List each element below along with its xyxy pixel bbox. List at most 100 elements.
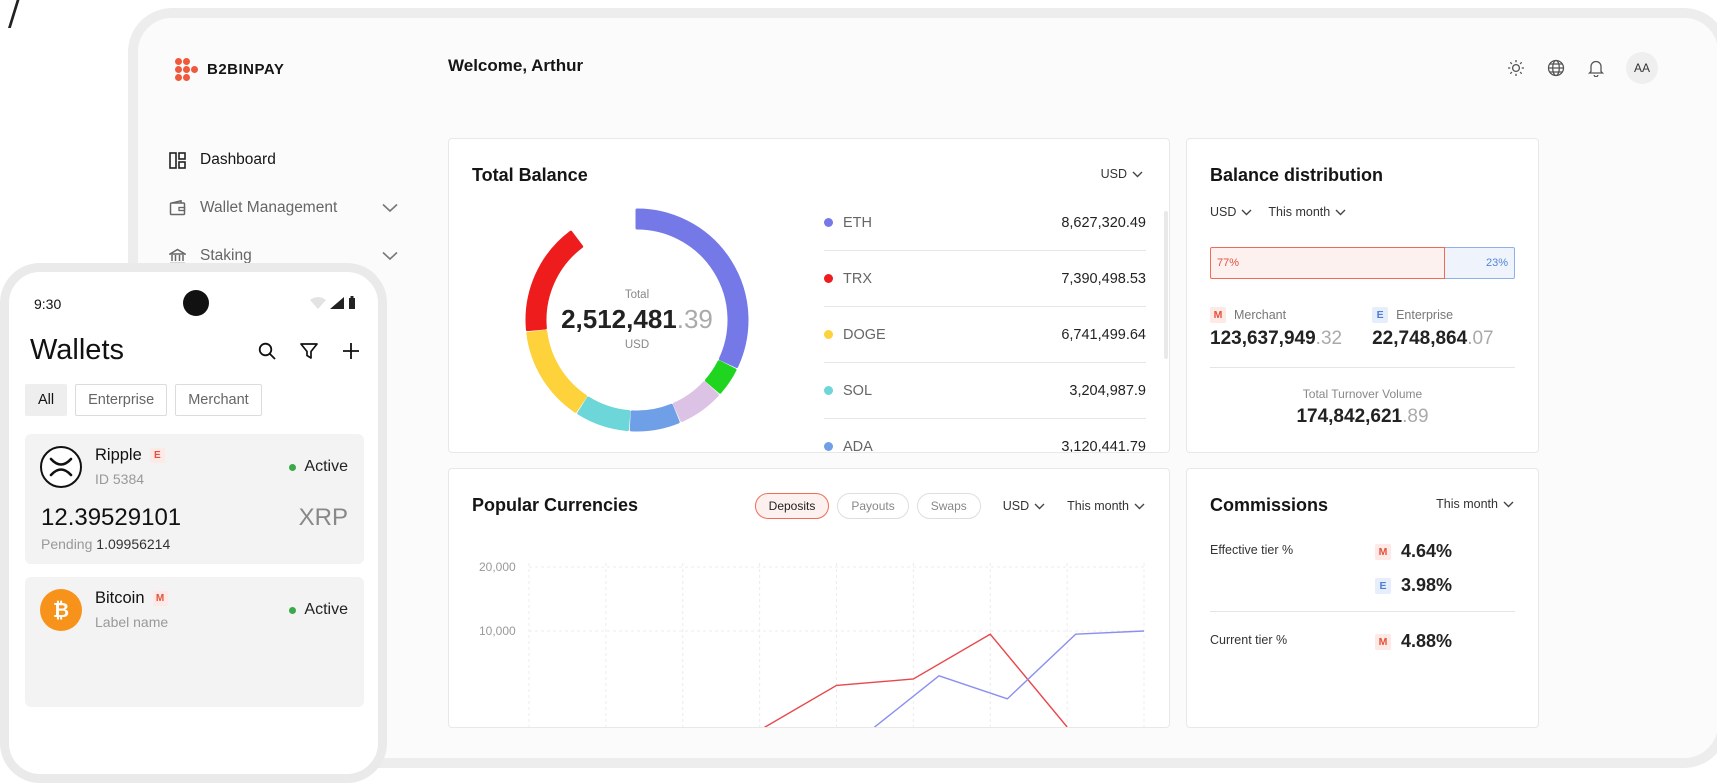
donut-center-value: 2,512,481.39 (561, 304, 713, 334)
ripple-icon (40, 446, 82, 488)
wallet-name: Bitcoin M (95, 589, 168, 608)
card-title: Balance distribution (1210, 165, 1384, 185)
search-icon[interactable] (258, 342, 276, 360)
status-badge: Active (289, 458, 348, 476)
chevron-down-icon (1241, 209, 1252, 215)
period-select[interactable]: This month (1268, 205, 1346, 219)
wallet-label: Label name (95, 614, 169, 630)
current-tier-label: Current tier % (1210, 633, 1288, 647)
divider (1210, 367, 1515, 368)
chevron-down-icon (1132, 171, 1143, 177)
legend-dot (824, 330, 833, 339)
phone-mockup: 9:30 Wallets All Enterprise Merchant Rip… (0, 263, 387, 783)
y-tick-label: 10,000 (479, 624, 516, 638)
merchant-stat: M Merchant 123,637,949.32 (1210, 307, 1343, 349)
legend-row-sol: SOL 3,204,987.9 (824, 363, 1146, 419)
period-select[interactable]: This month (1436, 497, 1514, 511)
donut-center: Total 2,512,481.39 USD (524, 207, 750, 433)
brand-logo[interactable]: B2BINPAY (175, 58, 285, 81)
chevron-down-icon (1503, 501, 1514, 507)
merchant-tag: M (1210, 307, 1226, 323)
wifi-icon (310, 296, 326, 309)
asset-value: 3,120,441.79 (1061, 438, 1146, 453)
enterprise-tag: E (1375, 577, 1391, 594)
asset-value: 6,741,499.64 (1061, 326, 1146, 343)
merchant-tag: M (1375, 633, 1391, 650)
welcome-heading: Welcome, Arthur (448, 56, 584, 75)
legend-dot (824, 386, 833, 395)
legend-scrollbar[interactable] (1164, 211, 1168, 359)
enterprise-share-bar: 23% (1444, 247, 1515, 279)
popular-currencies-line-chart: 20,000 10,000 (479, 560, 1145, 727)
sidebar-item-label: Wallet Management (200, 199, 338, 216)
wallet-name: Ripple E (95, 446, 165, 465)
divider (1210, 611, 1515, 612)
wallet-filter-chips: All Enterprise Merchant (25, 384, 262, 416)
sidebar-nav: Dashboard Wallet Management Staking (138, 136, 418, 280)
page-title: Wallets (30, 334, 124, 366)
enterprise-value: 22,748,864.07 (1372, 328, 1494, 349)
asset-value: 3,204,987.9 (1069, 382, 1146, 399)
asset-value: 8,627,320.49 (1061, 214, 1146, 231)
asset-legend: ETH 8,627,320.49 TRX 7,390,498.53 DOGE 6,741,… (824, 195, 1146, 453)
globe-icon[interactable] (1546, 58, 1566, 78)
wallet-currency-code: XRP (298, 504, 348, 531)
filter-all[interactable]: All (25, 384, 68, 416)
wallet-icon (168, 199, 186, 217)
chevron-down-icon (1335, 209, 1346, 215)
y-tick-label: 20,000 (479, 560, 516, 574)
bell-icon[interactable] (1586, 58, 1606, 78)
filter-icon[interactable] (300, 342, 318, 360)
brand-name: B2BINPAY (207, 60, 285, 78)
commissions-card: Commissions This month Effective tier % … (1186, 468, 1539, 728)
merchant-share-bar: 77% (1210, 247, 1445, 279)
sidebar-item-dashboard[interactable]: Dashboard (138, 136, 418, 184)
wallet-card[interactable]: Ripple E ID 5384 Active 12.39529101 XRP P… (25, 434, 364, 564)
avatar[interactable]: AA (1626, 52, 1658, 84)
distribution-bar: 77% 23% (1210, 247, 1515, 279)
chevron-down-icon (382, 248, 398, 266)
sidebar-item-wallet-management[interactable]: Wallet Management (138, 184, 418, 232)
legend-row-ada: ADA 3,120,441.79 (824, 419, 1146, 453)
bitcoin-icon: ₿ (40, 589, 82, 631)
effective-enterprise-rate: E 3.98% (1375, 575, 1452, 596)
wallet-type-tag: E (149, 448, 165, 463)
chevron-down-icon (382, 200, 398, 218)
header-actions: AA (1506, 52, 1658, 84)
balance-distribution-card: Balance distribution USD This month 77% … (1186, 138, 1539, 453)
asset-name: ETH (843, 214, 872, 231)
asset-name: SOL (843, 382, 873, 399)
status-icons (310, 296, 356, 309)
card-title: Commissions (1210, 495, 1329, 515)
status-time: 9:30 (34, 296, 62, 312)
legend-dot (824, 218, 833, 227)
filter-enterprise[interactable]: Enterprise (75, 384, 168, 416)
logo-icon (175, 58, 199, 81)
wallet-pending: Pending 1.09956214 (41, 536, 171, 552)
currency-select[interactable]: USD (1101, 167, 1143, 181)
plus-icon[interactable] (342, 342, 360, 360)
enterprise-stat: E Enterprise 22,748,864.07 (1372, 307, 1494, 349)
popular-currencies-card: Popular Currencies Deposits Payouts Swap… (448, 468, 1170, 728)
legend-row-doge: DOGE 6,741,499.64 (824, 307, 1146, 363)
legend-row-trx: TRX 7,390,498.53 (824, 251, 1146, 307)
currency-select-value: USD (1100, 167, 1127, 181)
asset-name: DOGE (843, 326, 886, 343)
effective-merchant-rate: M 4.64% (1375, 541, 1452, 562)
wallet-amount: 12.39529101 (41, 504, 182, 531)
legend-dot (824, 442, 833, 451)
currency-select[interactable]: USD (1210, 205, 1252, 219)
total-turnover-value: 174,842,621.89 (1296, 406, 1429, 427)
signal-icon (330, 296, 344, 309)
asset-name: ADA (843, 438, 873, 453)
enterprise-tag: E (1372, 307, 1389, 323)
asset-name: TRX (843, 270, 872, 287)
wallet-type-tag: M (152, 591, 168, 606)
wallet-card[interactable]: ₿ Bitcoin M Label name Active (25, 577, 364, 707)
sun-icon[interactable] (1506, 58, 1526, 78)
card-title: Total Balance (472, 165, 588, 185)
donut-center-unit: USD (624, 339, 650, 351)
wallet-id: ID 5384 (95, 471, 145, 487)
current-merchant-rate: M 4.88% (1375, 631, 1452, 652)
filter-merchant[interactable]: Merchant (175, 384, 262, 416)
